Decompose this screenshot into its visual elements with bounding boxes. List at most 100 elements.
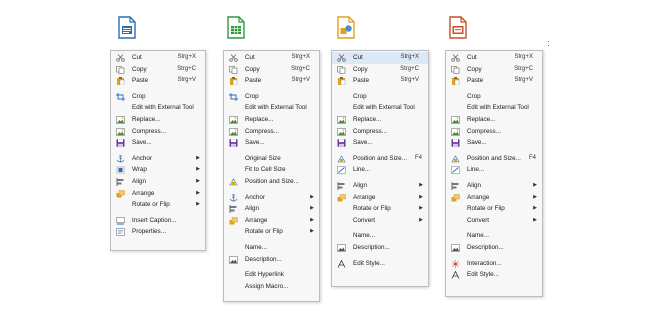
menu-item-arrange[interactable]: Arrange ▶ [224, 215, 319, 227]
align-icon [116, 177, 125, 186]
menu-item-save[interactable]: Save... [224, 137, 319, 149]
writer-app-icon [118, 16, 136, 39]
menu-item-edit-with-external-tool[interactable]: Edit with External Tool [111, 102, 205, 114]
menu-item-copy[interactable]: Copy Strg+C [332, 64, 428, 76]
menu-item-convert[interactable]: Convert ▶ [446, 215, 542, 227]
menu-item-align[interactable]: Align ▶ [332, 180, 428, 192]
description-icon [229, 255, 238, 264]
menu-item-crop[interactable]: Crop [332, 91, 428, 103]
menu-item-edit-hyperlink[interactable]: Edit Hyperlink [224, 269, 319, 281]
menu-item-label: Paste [245, 77, 262, 85]
menu-item-position-and-size[interactable]: Position and Size... [224, 176, 319, 188]
menu-item-replace[interactable]: Replace... [332, 114, 428, 126]
menu-item-name[interactable]: Name... [224, 242, 319, 254]
menu-item-crop[interactable]: Crop [446, 91, 542, 103]
menu-item-label: Interaction... [467, 259, 502, 267]
menu-item-compress[interactable]: Compress... [332, 126, 428, 138]
menu-item-rotate-or-flip[interactable]: Rotate or Flip ▶ [224, 226, 319, 238]
menu-item-line[interactable]: Line... [332, 164, 428, 176]
menu-item-properties[interactable]: Properties... [111, 226, 205, 238]
menu-item-label: Anchor [132, 154, 152, 162]
menu-item-rotate-or-flip[interactable]: Rotate or Flip ▶ [111, 199, 205, 211]
menu-item-original-size[interactable]: Original Size [224, 153, 319, 165]
menu-item-align[interactable]: Align ▶ [111, 176, 205, 188]
edit-style-icon [337, 259, 346, 268]
menu-item-replace[interactable]: Replace... [446, 114, 542, 126]
scissors-icon [229, 54, 238, 62]
menu-item-paste[interactable]: Paste Strg+V [224, 75, 319, 87]
menu-item-save[interactable]: Save... [332, 137, 428, 149]
menu-item-arrange[interactable]: Arrange ▶ [111, 188, 205, 200]
menu-item-paste[interactable]: Paste Strg+V [111, 75, 205, 87]
menu-item-save[interactable]: Save... [111, 137, 205, 149]
menu-item-edit-style[interactable]: Edit Style... [446, 269, 542, 281]
menu-item-label: Replace... [245, 115, 274, 123]
shortcut-label: Strg+X [291, 54, 310, 60]
menu-item-assign-macro[interactable]: Assign Macro... [224, 281, 319, 293]
copy-icon [337, 65, 346, 74]
crop-icon [229, 92, 238, 101]
menu-item-align[interactable]: Align ▶ [446, 180, 542, 192]
menu-item-paste[interactable]: Paste Strg+V [332, 75, 428, 87]
menu-item-arrange[interactable]: Arrange ▶ [446, 192, 542, 204]
menu-item-anchor[interactable]: Anchor ▶ [224, 192, 319, 204]
menu-item-compress[interactable]: Compress... [224, 126, 319, 138]
menu-item-position-and-size[interactable]: Position and Size... F4 [332, 153, 428, 165]
menu-item-fit-to-cell-size[interactable]: Fit to Cell Size [224, 164, 319, 176]
menu-item-replace[interactable]: Replace... [111, 114, 205, 126]
menu-item-copy[interactable]: Copy Strg+C [224, 64, 319, 76]
menu-item-label: Save... [132, 139, 152, 147]
submenu-arrow-icon: ▶ [533, 216, 537, 223]
menu-item-label: Edit Hyperlink [245, 271, 284, 279]
menu-item-name[interactable]: Name... [332, 230, 428, 242]
menu-item-name[interactable]: Name... [446, 230, 542, 242]
copy-icon [116, 65, 125, 74]
menu-item-crop[interactable]: Crop [224, 91, 319, 103]
menu-item-cut[interactable]: Cut Strg+X [332, 52, 428, 64]
menu-item-compress[interactable]: Compress... [446, 126, 542, 138]
submenu-arrow-icon: ▶ [419, 181, 423, 188]
menu-item-align[interactable]: Align ▶ [224, 203, 319, 215]
impress-context-menu: Cut Strg+X Copy Strg+C Paste Strg+V Crop Edit w… [445, 50, 543, 297]
image-icon [337, 116, 346, 124]
menu-item-description[interactable]: Description... [332, 242, 428, 254]
menu-item-edit-with-external-tool[interactable]: Edit with External Tool [332, 102, 428, 114]
menu-item-label: Compress... [353, 127, 387, 135]
menu-item-convert[interactable]: Convert ▶ [332, 215, 428, 227]
menu-item-replace[interactable]: Replace... [224, 114, 319, 126]
menu-item-paste[interactable]: Paste Strg+V [446, 75, 542, 87]
menu-item-cut[interactable]: Cut Strg+X [224, 52, 319, 64]
menu-item-edit-with-external-tool[interactable]: Edit with External Tool [446, 102, 542, 114]
submenu-arrow-icon: ▶ [196, 166, 200, 173]
menu-item-crop[interactable]: Crop [111, 91, 205, 103]
menu-item-copy[interactable]: Copy Strg+C [111, 64, 205, 76]
menu-item-cut[interactable]: Cut Strg+X [111, 52, 205, 64]
menu-item-description[interactable]: Description... [446, 242, 542, 254]
menu-item-insert-caption[interactable]: Insert Caption... [111, 215, 205, 227]
menu-item-save[interactable]: Save... [446, 137, 542, 149]
menu-item-edit-with-external-tool[interactable]: Edit with External Tool [224, 102, 319, 114]
menu-item-interaction[interactable]: Interaction... [446, 258, 542, 270]
menu-item-cut[interactable]: Cut Strg+X [446, 52, 542, 64]
shortcut-label: F4 [415, 154, 423, 161]
menu-item-wrap[interactable]: Wrap ▶ [111, 164, 205, 176]
shortcut-label: Strg+C [514, 65, 533, 72]
menu-item-position-and-size[interactable]: Position and Size... F4 [446, 153, 542, 165]
save-icon [116, 139, 125, 147]
menu-item-copy[interactable]: Copy Strg+C [446, 64, 542, 76]
menu-item-anchor[interactable]: Anchor ▶ [111, 153, 205, 165]
draw-context-menu: Cut Strg+X Copy Strg+C Paste Strg+V Crop Edit w… [331, 50, 429, 287]
menu-item-rotate-or-flip[interactable]: Rotate or Flip ▶ [446, 203, 542, 215]
menu-item-line[interactable]: Line... [446, 164, 542, 176]
menu-item-label: Cut [467, 54, 477, 61]
menu-item-edit-style[interactable]: Edit Style... [332, 258, 428, 270]
menu-item-label: Compress... [467, 127, 501, 135]
menu-item-description[interactable]: Description... [224, 254, 319, 266]
calc-app-icon [227, 16, 245, 39]
menu-item-compress[interactable]: Compress... [111, 126, 205, 138]
menu-item-rotate-or-flip[interactable]: Rotate or Flip ▶ [332, 203, 428, 215]
menu-item-label: Align [467, 181, 482, 189]
menu-item-arrange[interactable]: Arrange ▶ [332, 192, 428, 204]
menu-item-label: Compress... [132, 127, 166, 135]
impress-app-icon [449, 16, 467, 39]
